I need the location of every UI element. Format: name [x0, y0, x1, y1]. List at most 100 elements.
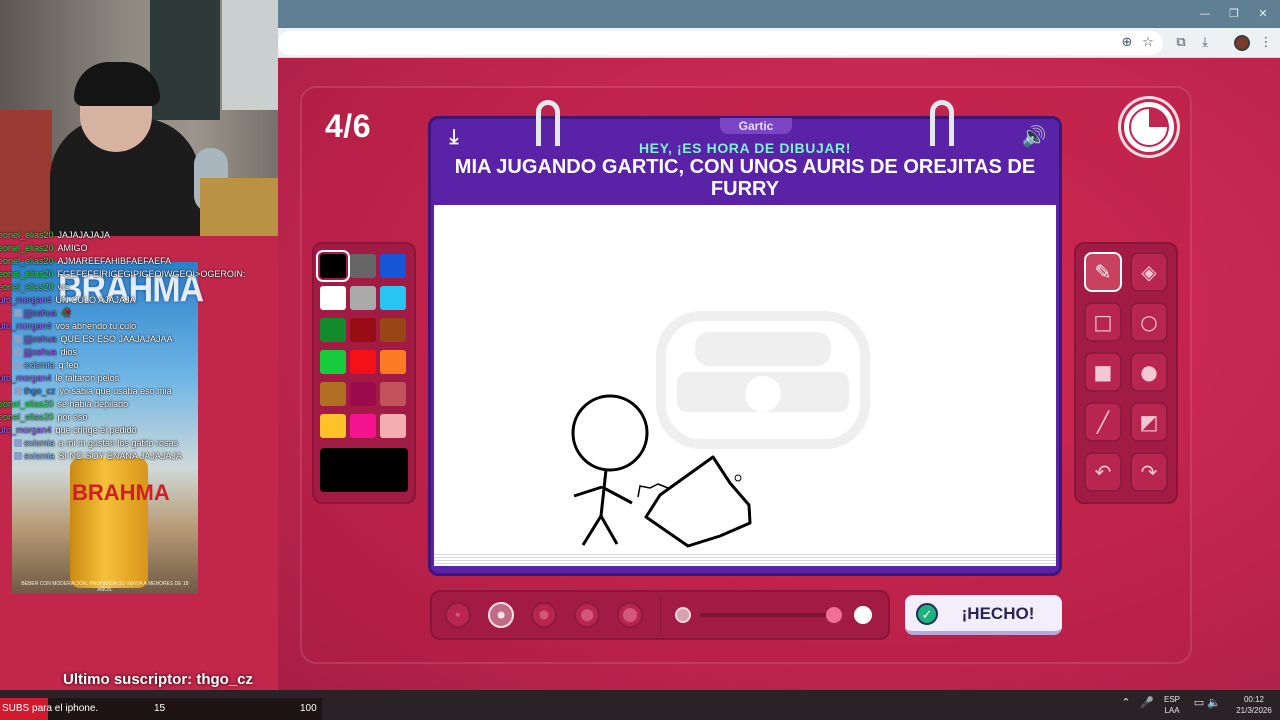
prompt-hint: HEY, ¡ES HORA DE DIBUJAR! [638, 140, 852, 156]
chat-username[interactable]: exismia [24, 438, 55, 448]
color-swatch[interactable] [350, 382, 376, 406]
chat-username[interactable]: jjjjoshua [24, 334, 57, 344]
microphone-icon[interactable]: 🎤 [1140, 696, 1154, 709]
menu-icon[interactable]: ⋮ [1256, 33, 1276, 53]
chat-badge-icon [14, 439, 22, 447]
address-bar[interactable] [278, 31, 1163, 55]
color-swatch[interactable] [350, 414, 376, 438]
color-swatch[interactable] [350, 254, 376, 278]
chat-message: jjjjoshua dios [14, 347, 77, 360]
chat-text: 🥀 [60, 308, 72, 318]
color-swatch[interactable] [316, 250, 350, 282]
chat-message: leonel_elias20 AMIGO [0, 243, 88, 256]
chat-text: QUE ES ESO JAAJAJAJAA [60, 334, 173, 344]
chat-username[interactable]: leonel_elias20 [0, 230, 54, 240]
fill-bucket-icon[interactable]: ◩ [1130, 402, 1168, 442]
clock-date[interactable]: 21/3/2026 [1228, 706, 1280, 715]
color-swatch[interactable] [320, 382, 346, 406]
pencil-icon[interactable]: ✎ [1084, 252, 1122, 292]
rectangle-filled-icon[interactable]: ■ [1084, 352, 1122, 392]
language-layout[interactable]: LAA [1160, 706, 1184, 715]
chat-message: leonel_elias20 por eso [0, 412, 88, 425]
chat-username[interactable]: leonel_elias20 [0, 243, 54, 253]
chat-username[interactable]: thgo_cz [24, 386, 56, 396]
clock-time[interactable]: 00:12 [1228, 695, 1280, 704]
sub-goal-target: 100 [300, 703, 317, 714]
translate-icon[interactable]: ⧉ [1171, 33, 1191, 53]
network-icon[interactable]: ▭ [1192, 696, 1206, 709]
chat-message: leonel_elias20 vrs [0, 282, 70, 295]
chat-username[interactable]: exismia [24, 360, 55, 370]
chat-username[interactable]: tuto_morgan4 [0, 425, 52, 435]
color-swatch[interactable] [380, 318, 406, 342]
ellipse-filled-icon[interactable]: ● [1130, 352, 1168, 392]
volume-icon[interactable]: 🔈 [1207, 696, 1221, 709]
chat-text: FGEFEFEIRIGEGIPIGEOIWGEOI>OGEROIN: [57, 269, 246, 279]
chat-username[interactable]: leonel_elias20 [0, 269, 54, 279]
color-swatch[interactable] [380, 254, 406, 278]
chat-username[interactable]: tuto_morgan4 [0, 373, 52, 383]
chat-badge-icon [14, 452, 22, 460]
redo-icon[interactable]: ↷ [1130, 452, 1168, 492]
chat-message: tuto_morgan4 que cringe el pedido [0, 425, 137, 438]
chat-text: a mi m gustan los gatito rosas [58, 438, 179, 448]
chat-username[interactable]: leonel_elias20 [0, 256, 54, 266]
paper-edge [434, 552, 1056, 566]
color-swatch[interactable] [380, 414, 406, 438]
chat-username[interactable]: tuto_morgan4 [0, 321, 52, 331]
color-swatch[interactable] [320, 350, 346, 374]
line-icon[interactable]: ╱ [1084, 402, 1122, 442]
minimize-icon[interactable]: — [1196, 6, 1214, 22]
chat-message: exismia a mi m gustan los gatito rosas [14, 438, 178, 451]
chat-text: yo sabia que usaba eso mia [59, 386, 172, 396]
color-swatch[interactable] [320, 286, 346, 310]
brush-size-option[interactable] [531, 602, 557, 628]
restore-icon[interactable]: ❐ [1225, 6, 1243, 22]
chat-username[interactable]: jjjjoshua [24, 308, 57, 318]
ad-beer-can [70, 458, 148, 588]
close-icon[interactable]: ✕ [1254, 6, 1272, 22]
timer-elapsed [1149, 108, 1168, 127]
chat-username[interactable]: leonel_elias20 [0, 412, 54, 422]
chat-message: jjjjoshua 🥀 [14, 308, 72, 321]
zoom-icon[interactable]: ⊕ [1117, 33, 1137, 53]
gartic-logo-tab: Gartic [720, 118, 792, 134]
chat-username[interactable]: exismia [24, 451, 55, 461]
star-icon[interactable]: ☆ [1138, 33, 1158, 53]
eraser-icon[interactable]: ◈ [1130, 252, 1168, 292]
chat-text: le faltaron pelos [55, 373, 120, 383]
chat-message: exismia SI NO SOY ENANA JAJAJAJA [14, 451, 182, 464]
color-swatch[interactable] [350, 318, 376, 342]
chat-username[interactable]: leonel_elias20 [0, 282, 54, 292]
color-swatch[interactable] [320, 414, 346, 438]
profile-avatar[interactable] [1234, 35, 1250, 51]
color-swatch[interactable] [380, 382, 406, 406]
color-swatch[interactable] [350, 286, 376, 310]
chat-badge-icon [14, 335, 22, 343]
brush-size-option[interactable] [488, 602, 514, 628]
chat-username[interactable]: jjjjoshua [24, 347, 57, 357]
rectangle-outline-icon[interactable]: □ [1084, 302, 1122, 342]
brush-size-option[interactable] [574, 602, 600, 628]
brush-size-option[interactable] [617, 602, 643, 628]
download-icon[interactable]: ⤓ [1195, 33, 1215, 53]
chat-message: jjjjoshua QUE ES ESO JAAJAJAJAA [14, 334, 173, 347]
color-swatch[interactable] [380, 286, 406, 310]
chat-message: tuto_morgan4 le faltaron pelos [0, 373, 119, 386]
opacity-slider-thumb[interactable] [826, 607, 842, 623]
language-code[interactable]: ESP [1160, 695, 1184, 704]
chevron-up-icon[interactable]: ⌃ [1119, 696, 1133, 709]
chat-username[interactable]: tuto_morgan4 [0, 295, 52, 305]
chat-message: tuto_morgan4 UN CULO AJAJAJA [0, 295, 136, 308]
chat-message: leonel_elias20 se habia depilado [0, 399, 128, 412]
color-swatch[interactable] [380, 350, 406, 374]
color-swatch[interactable] [350, 350, 376, 374]
undo-icon[interactable]: ↶ [1084, 452, 1122, 492]
chat-badge-icon [14, 361, 22, 369]
color-swatch[interactable] [320, 318, 346, 342]
chat-username[interactable]: leonel_elias20 [0, 399, 54, 409]
ellipse-outline-icon[interactable]: ○ [1130, 302, 1168, 342]
brush-size-option[interactable] [445, 602, 471, 628]
chat-message: exismia q feo [14, 360, 79, 373]
opacity-slider[interactable] [700, 613, 830, 617]
